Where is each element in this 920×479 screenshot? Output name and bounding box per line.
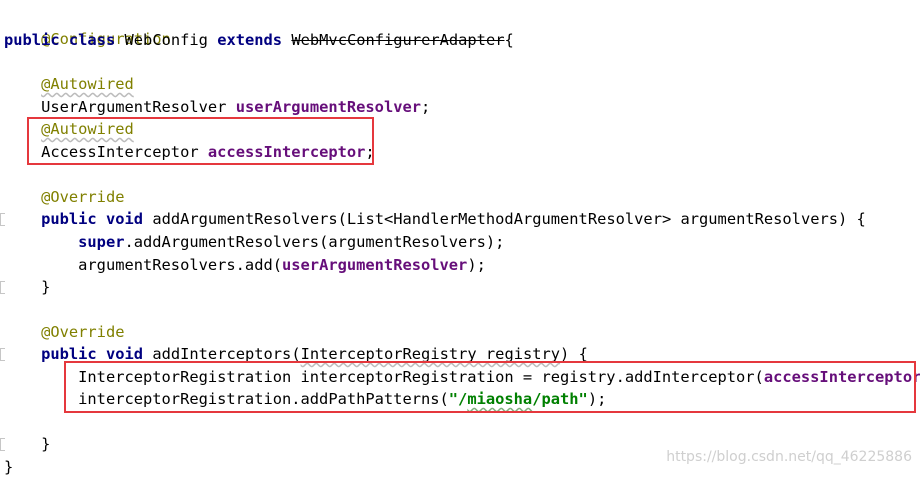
code-line-2: public class WebConfig extends WebMvcCon… [4,29,514,51]
path-patterns-call: interceptorRegistration.addPathPatterns( [78,390,449,408]
override-annotation: @Override [41,188,125,206]
semicolon: ; [365,143,375,161]
code-line-5: UserArgumentResolver userArgumentResolve… [4,96,430,118]
autowired-annotation: @Autowired [41,120,134,138]
semicolon: ; [421,98,431,116]
deprecated-parent-class: WebMvcConfigurerAdapter [291,31,505,49]
path-string-open: "/ [448,390,468,408]
path-string-close: /path" [532,390,588,408]
code-line-7: AccessInterceptor accessInterceptor; [4,141,375,163]
code-line-18: interceptorRegistration.addPathPatterns(… [4,388,606,410]
code-line-12: argumentResolvers.add(userArgumentResolv… [4,254,486,276]
resolver-field: userArgumentResolver [235,98,422,116]
code-editor[interactable]: @Configuration public class WebConfig ex… [0,0,920,479]
method-signature: addArgumentResolvers(List<HandlerMethodA… [152,210,866,228]
keyword-super: super [78,233,125,251]
code-line-9: @Override [4,186,124,208]
keyword-class: class [68,31,116,49]
code-line-17: InterceptorRegistration interceptorRegis… [4,366,920,388]
keyword-void: void [105,210,144,228]
code-line-1: @Configuration [4,6,171,48]
interceptor-field: accessInterceptor [207,143,366,161]
code-line-20: } [4,433,50,455]
override-annotation: @Override [41,323,125,341]
code-line-16: public void addInterceptors(InterceptorR… [4,343,588,365]
method-close-brace: } [41,435,51,453]
code-line-6: @Autowired [4,118,134,140]
keyword-public: public [4,31,60,49]
class-close-brace: } [4,458,14,476]
code-line-10: public void addArgumentResolvers(List<Ha… [4,208,866,230]
code-line-4: @Autowired [4,73,134,95]
code-line-11: super.addArgumentResolvers(argumentResol… [4,231,504,253]
call-close: ); [467,256,486,274]
resolver-type: UserArgumentResolver [41,98,227,116]
resolvers-add-call: argumentResolvers.add( [78,256,282,274]
class-open-brace: { [504,31,514,49]
keyword-extends: extends [217,31,283,49]
method-name: addInterceptors( [152,345,301,363]
code-line-15: @Override [4,321,124,343]
call-close: ); [587,390,607,408]
code-line-21: } [4,456,13,478]
interceptor-field: accessInterceptor [763,368,920,386]
method-parameter: InterceptorRegistry registry [300,345,561,363]
path-string-word: miaosha [467,390,533,408]
class-name: WebConfig [124,31,208,49]
method-close-brace: } [41,278,51,296]
code-line-13: } [4,276,50,298]
method-open-brace: ) { [560,345,588,363]
keyword-void: void [105,345,144,363]
autowired-annotation: @Autowired [41,75,134,93]
super-call: .addArgumentResolvers(argumentResolvers)… [124,233,505,251]
resolver-field: userArgumentResolver [282,256,468,274]
interceptor-type: AccessInterceptor [41,143,199,161]
registration-statement: InterceptorRegistration interceptorRegis… [78,368,764,386]
keyword-public: public [41,345,97,363]
watermark: https://blog.csdn.net/qq_46225886 [666,449,912,465]
keyword-public: public [41,210,97,228]
